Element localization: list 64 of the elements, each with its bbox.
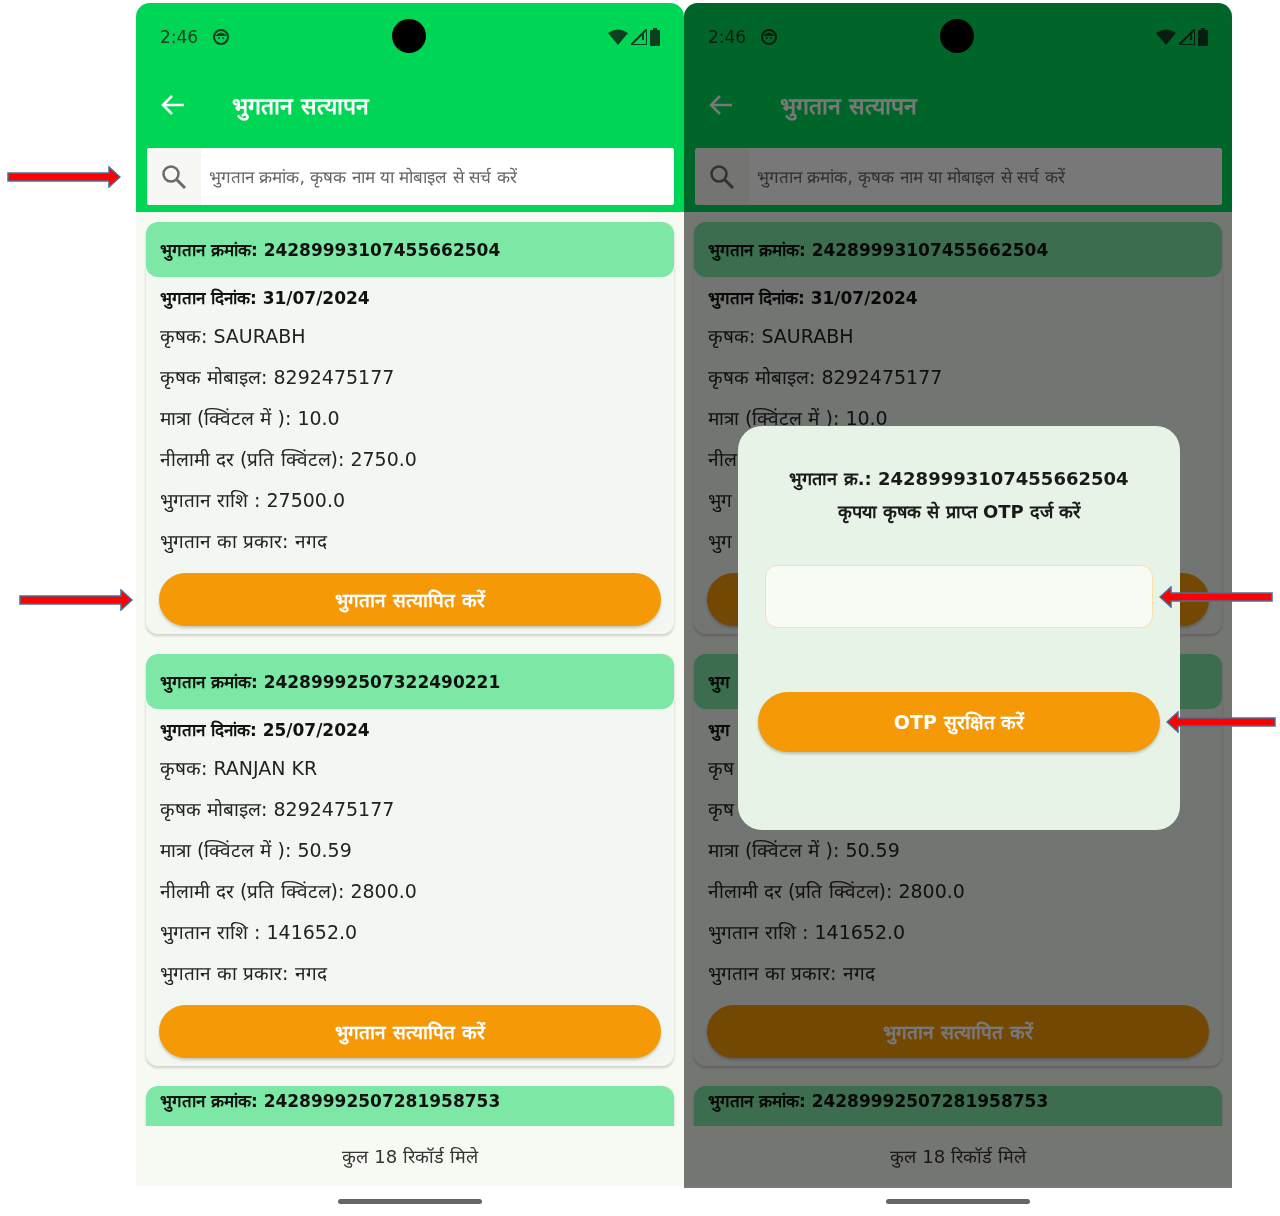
- detail-text: भुगतान दिनांक: 31/07/2024: [708, 286, 918, 311]
- card-header: भुगतान क्रमांक: 24289992507281958753: [146, 1086, 674, 1126]
- signal-icon: [631, 28, 647, 45]
- detail-text: नीलामी दर (प्रति क्विंटल): 2750.0: [160, 446, 417, 472]
- detail-text: भुगतान का प्रकार: नगद: [160, 528, 327, 555]
- detail-text: भुग: [708, 528, 732, 555]
- otp-input-field[interactable]: [765, 565, 1153, 628]
- back-arrow-icon: [160, 94, 186, 116]
- verify-payment-button[interactable]: भुगतान सत्यापित करें: [159, 1005, 661, 1058]
- search-field[interactable]: भुगतान क्रमांक, कृषक नाम या मोबाइल से सर्च करें: [147, 148, 674, 205]
- save-otp-button[interactable]: OTP सुरक्षित करें: [758, 692, 1160, 752]
- detail-text: कृषक: RANJAN KR: [160, 755, 318, 782]
- detail-text: भुग: [708, 718, 730, 743]
- detail-text: भुगतान राशि : 141652.0: [708, 919, 906, 946]
- card-header: भुगतान क्रमांक: 24289993107455662504: [694, 222, 1222, 277]
- status-time: 2:46: [160, 26, 199, 47]
- detail-text: मात्रा (क्विंटल में ): 50.59: [708, 837, 900, 863]
- face-icon: [212, 27, 231, 46]
- detail-text: नीलामी दर (प्रति क्विंटल): 2800.0: [708, 878, 965, 904]
- battery-icon: [1198, 27, 1208, 46]
- home-handle[interactable]: [338, 1198, 482, 1204]
- detail-text: कृषक मोबाइल: 8292475177: [160, 364, 395, 391]
- card-header: भुगतान क्रमांक: 24289992507322490221: [146, 654, 674, 709]
- status-time: 2:46: [708, 26, 747, 47]
- detail-text: कृषक: SAURABH: [160, 323, 306, 350]
- detail-text: भुगतान दिनांक: 25/07/2024: [160, 718, 370, 743]
- search-icon: [709, 163, 735, 190]
- detail-text: मात्रा (क्विंटल में ): 10.0: [708, 405, 888, 431]
- card-header: भुगतान क्रमांक: 24289992507281958753: [694, 1086, 1222, 1126]
- detail-text: कृषक मोबाइल: 8292475177: [160, 796, 395, 823]
- signal-icon: [1179, 28, 1195, 45]
- dialog-message: कृपया कृषक से प्राप्त OTP दर्ज करें: [837, 500, 1081, 526]
- home-handle[interactable]: [886, 1198, 1030, 1204]
- search-icon: [161, 163, 187, 190]
- verify-payment-button[interactable]: भुगतान सत्यापित करें: [159, 573, 661, 626]
- record-count: कुल 18 रिकॉर्ड मिले: [342, 1145, 478, 1168]
- detail-text: मात्रा (क्विंटल में ): 50.59: [160, 837, 352, 863]
- camera-hole: [392, 19, 426, 53]
- detail-text: मात्रा (क्विंटल में ): 10.0: [160, 405, 340, 431]
- detail-text: भुगतान राशि : 27500.0: [160, 487, 346, 514]
- battery-icon: [650, 27, 660, 46]
- face-icon: [760, 27, 779, 46]
- detail-text: कृषक मोबाइल: 8292475177: [708, 364, 943, 391]
- detail-text: कृष: [708, 755, 734, 782]
- detail-text: नील: [708, 446, 737, 472]
- wifi-icon: [1156, 28, 1176, 45]
- dialog-title: भुगतान क्र.: 24289993107455662504: [789, 467, 1129, 493]
- card-header: भुगतान क्रमांक: 24289993107455662504: [146, 222, 674, 277]
- camera-hole: [940, 19, 974, 53]
- detail-text: भुगतान दिनांक: 31/07/2024: [160, 286, 370, 311]
- search-field[interactable]: भुगतान क्रमांक, कृषक नाम या मोबाइल से सर्च करें: [695, 148, 1222, 205]
- wifi-icon: [608, 28, 628, 45]
- back-arrow-icon: [708, 94, 734, 116]
- detail-text: कृषक: SAURABH: [708, 323, 854, 350]
- verify-payment-button[interactable]: भुगतान सत्यापित करें: [707, 1005, 1209, 1058]
- screen-title: भुगतान सत्यापन: [780, 92, 917, 121]
- detail-text: भुगतान राशि : 141652.0: [160, 919, 358, 946]
- detail-text: भुग: [708, 487, 732, 514]
- record-count: कुल 18 रिकॉर्ड मिले: [890, 1145, 1026, 1168]
- screen-title: भुगतान सत्यापन: [232, 92, 369, 121]
- detail-text: भुगतान का प्रकार: नगद: [160, 960, 327, 987]
- detail-text: नीलामी दर (प्रति क्विंटल): 2800.0: [160, 878, 417, 904]
- detail-text: कृष: [708, 796, 734, 823]
- detail-text: भुगतान का प्रकार: नगद: [708, 960, 875, 987]
